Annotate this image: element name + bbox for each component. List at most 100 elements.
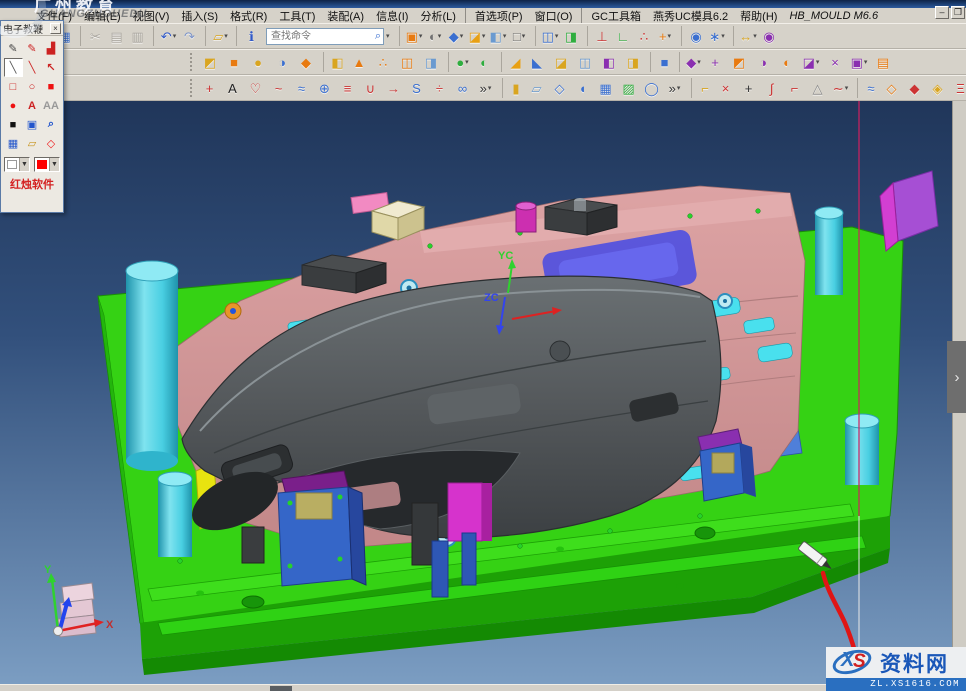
palette-tool-eraser[interactable]: ◇ — [42, 134, 61, 153]
toolbar-button-corner-curve[interactable]: ⌐ — [783, 78, 806, 98]
toolbar-button-pane-layout[interactable]: ◫ — [535, 26, 561, 46]
toolbar-button-pad[interactable]: ▲ — [347, 52, 371, 72]
toolbar-button-ruled-surface[interactable]: ◇ — [548, 78, 571, 98]
toolbar-button-text[interactable]: A — [221, 78, 244, 98]
menu-item-yanxiu-uc-mould[interactable]: 燕秀UC模具6.2 — [647, 8, 734, 24]
toolbar-button-section-view[interactable]: ◪ — [467, 26, 488, 46]
toolbar-button-boolean-subtract[interactable]: ◐ — [472, 52, 496, 72]
toolbar-button-mirror-feature[interactable]: ◨ — [419, 52, 443, 72]
toolbar-button-pattern-feature[interactable]: ∴ — [371, 52, 395, 72]
toolbar-button-boolean-unite[interactable]: ● — [448, 52, 472, 72]
menu-item-assembly[interactable]: 装配(A) — [321, 8, 370, 24]
toolbar-button-pocket[interactable]: ◧ — [323, 52, 347, 72]
toolbar-drag-handle[interactable] — [190, 79, 195, 97]
toolbar-button-extend-curve[interactable]: + — [737, 78, 760, 98]
toolbar-button-paste[interactable]: ▥ — [127, 26, 148, 46]
toolbar-button-bounded-plane[interactable]: ▱ — [525, 78, 548, 98]
palette-tool-arrow[interactable]: ↖ — [42, 58, 61, 77]
toolbar-button-pattern-grid[interactable]: ◫ — [395, 52, 419, 72]
toolbar-button-resize-blend[interactable]: ◪ — [799, 52, 823, 72]
palette-tool-rectangle[interactable]: □ — [4, 77, 23, 96]
toolbar-button-snap-point[interactable]: ∗ — [707, 26, 728, 46]
toolbar-button-revolve[interactable]: ● — [246, 52, 270, 72]
toolbar-button-open-recent[interactable]: ▱ — [205, 26, 231, 46]
toolbar-button-extrude[interactable]: ■ — [222, 52, 246, 72]
toolbar-button-thicken[interactable]: ■ — [650, 52, 674, 72]
toolbar-button-bridge-curve[interactable]: ∪ — [359, 78, 382, 98]
toolbar-button-sketch[interactable]: ◩ — [198, 52, 222, 72]
toolbar-button-through-curve-mesh[interactable]: ▦ — [594, 78, 617, 98]
toolbar-button-tube[interactable]: ▮ — [502, 78, 525, 98]
viewport-canvas[interactable]: YC ZC Y X — [0, 101, 966, 684]
toolbar-button-object-appearance[interactable]: ◉ — [759, 26, 780, 46]
toolbar-button-trim-curve[interactable]: × — [714, 78, 737, 98]
toolbar-button-csys[interactable]: + — [655, 26, 676, 46]
toolbar-button-measure-distance[interactable]: ↔ — [733, 26, 759, 46]
palette-tool-filled-circle[interactable]: ● — [4, 96, 23, 115]
toolbar-button-wcs-save[interactable]: ⊥ — [587, 26, 613, 46]
toolbar-button-shell[interactable]: ◫ — [573, 52, 597, 72]
toolbar-button-overflow-more-2[interactable]: » — [663, 78, 686, 98]
palette-tool-brush[interactable]: ▟ — [42, 39, 61, 58]
menu-item-gc-toolbox[interactable]: GC工具箱 — [581, 8, 647, 24]
toolbar-button-law-curve[interactable]: → — [382, 78, 405, 98]
palette-tool-text-a[interactable]: A — [23, 96, 42, 115]
palette-tool-open-annotation[interactable]: ▱ — [23, 134, 42, 153]
toolbar-button-helix[interactable]: S — [405, 78, 428, 98]
menu-item-tools[interactable]: 工具(T) — [273, 8, 321, 24]
toolbar-button-n-sided-surface[interactable]: ◯ — [640, 78, 663, 98]
toolbar-button-smooth-spline[interactable]: ∼ — [829, 78, 852, 98]
toolbar-button-offset-region[interactable]: ◩ — [727, 52, 751, 72]
menu-item-help[interactable]: 帮助(H) — [734, 8, 783, 24]
palette-tool-marker[interactable]: ✎ — [23, 39, 42, 58]
menu-item-format[interactable]: 格式(R) — [224, 8, 273, 24]
toolbar-button-swept[interactable]: ◖ — [571, 78, 594, 98]
expand-panel-tab[interactable]: › — [947, 341, 966, 413]
toolbar-button-layer-settings[interactable]: ◨ — [561, 26, 582, 46]
toolbar-button-trim-body[interactable]: ◧ — [597, 52, 621, 72]
toolbar-button-split-body[interactable]: ◨ — [621, 52, 645, 72]
toolbar-button-offset-curve[interactable]: ≡ — [336, 78, 359, 98]
restore-button[interactable]: ❐ — [951, 6, 965, 19]
toolbar-button-point[interactable]: + — [198, 78, 221, 98]
palette-tool-save-annotation[interactable]: ▦ — [4, 134, 23, 153]
toolbar-button-emboss[interactable]: ◆ — [294, 52, 318, 72]
toolbar-button-render-style[interactable]: ◐ — [425, 26, 446, 46]
toolbar-button-chamfer[interactable]: ◪ — [549, 52, 573, 72]
toolbar-button-edge-blend[interactable]: ◢ — [501, 52, 525, 72]
toolbar-button-project-curve[interactable]: ≈ — [290, 78, 313, 98]
toolbar-button-clip-section[interactable]: ◧ — [488, 26, 509, 46]
command-finder-dropdown[interactable]: ▾ — [386, 32, 390, 40]
palette-tool-straight-line[interactable]: ╲ — [23, 58, 42, 77]
toolbar-button-isometric-view[interactable]: ◆ — [446, 26, 467, 46]
toolbar-button-visualization[interactable]: ◉ — [681, 26, 707, 46]
toolbar-button-chamfer-curve[interactable]: △ — [806, 78, 829, 98]
toolbar-button-studio-spline[interactable]: ~ — [267, 78, 290, 98]
palette-tool-filled-rect[interactable]: ■ — [42, 77, 61, 96]
toolbar-button-section-curve[interactable]: ♡ — [244, 78, 267, 98]
menu-item-window[interactable]: 窗口(O) — [529, 8, 579, 24]
toolbar-button-delete-face[interactable]: × — [823, 52, 847, 72]
toolbar-button-wcs-dynamics[interactable]: ∟ — [613, 26, 634, 46]
toolbar-button-point-set[interactable]: ∴ — [634, 26, 655, 46]
palette-tool-blackboard[interactable]: ■ — [4, 115, 23, 134]
palette-tool-magnifier[interactable]: ⌕ — [42, 115, 61, 134]
toolbar-button-cut[interactable]: ✂ — [80, 26, 106, 46]
palette-tool-freehand-line[interactable]: ╲ — [4, 58, 23, 77]
toolbar-button-divide-curve[interactable]: ÷ — [428, 78, 451, 98]
line-color-select[interactable]: ▼ — [4, 157, 30, 172]
toolbar-button-copy[interactable]: ▤ — [106, 26, 127, 46]
palette-tool-text-aa[interactable]: AA — [42, 96, 61, 115]
toolbar-button-offset-surface[interactable]: ◇ — [880, 78, 903, 98]
fill-color-select[interactable]: ▼ — [34, 157, 60, 172]
toolbar-button-paste-face[interactable]: ▤ — [871, 52, 895, 72]
toolbar-button-redo[interactable]: ↷ — [179, 26, 200, 46]
toolbar-button-face-blend[interactable]: ◣ — [525, 52, 549, 72]
menu-item-analysis[interactable]: 分析(L) — [414, 8, 461, 24]
toolbar-button-resize-face[interactable]: ◑ — [751, 52, 775, 72]
toolbar-button-join-curve[interactable]: ⌐ — [691, 78, 714, 98]
toolbar-button-undo[interactable]: ↶ — [153, 26, 179, 46]
toolbar-button-replace-face[interactable]: ◐ — [775, 52, 799, 72]
toolbar-drag-handle[interactable] — [190, 53, 195, 71]
command-finder-input[interactable] — [269, 30, 375, 43]
